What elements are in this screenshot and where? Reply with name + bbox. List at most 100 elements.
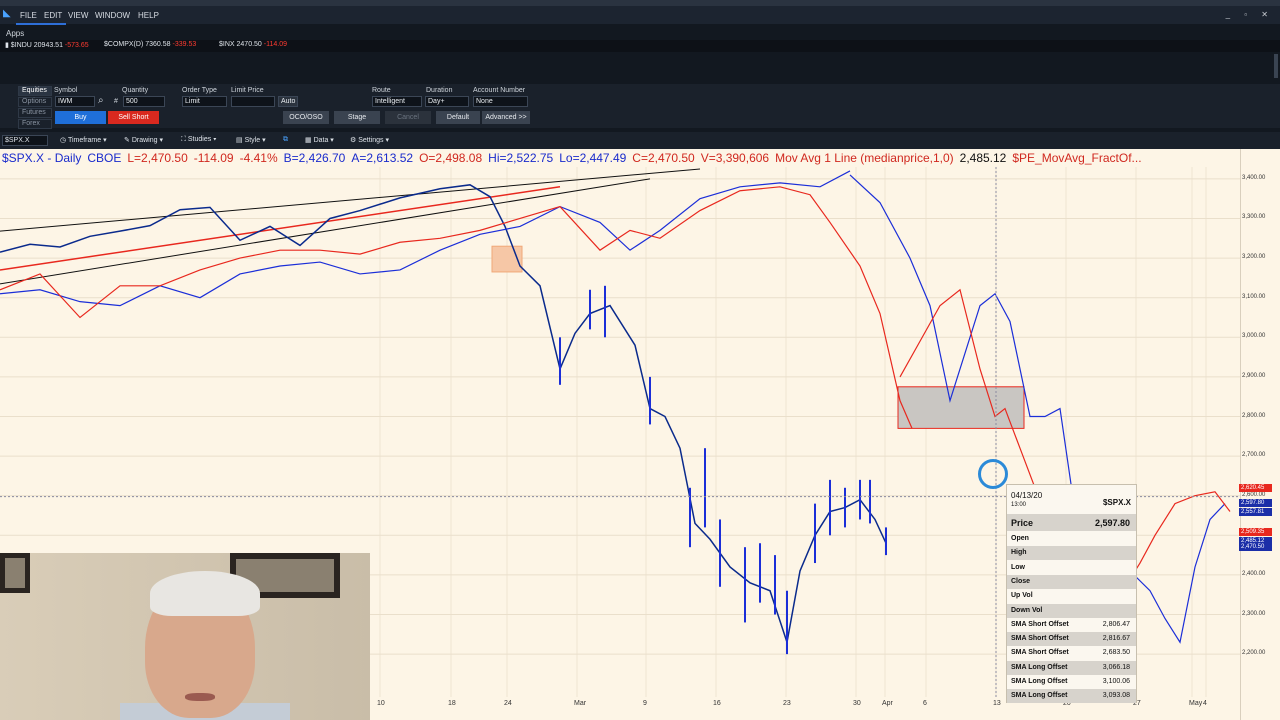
buy-button[interactable]: Buy	[55, 111, 106, 124]
menu-window[interactable]: WINDOW	[95, 11, 130, 20]
header-exchange: CBOE	[87, 151, 122, 165]
y-tick-label: 3,300.00	[1242, 214, 1266, 221]
y-tick-label: 2,800.00	[1242, 412, 1266, 419]
search-icon[interactable]: ⌕	[98, 95, 104, 106]
table-icon: ▦	[305, 137, 314, 144]
tab-forex[interactable]: Forex	[18, 119, 52, 129]
style-menu[interactable]: ▤ Style ▾	[236, 136, 266, 144]
cancel-button[interactable]: Cancel	[385, 111, 431, 124]
tooltip-price-value: 2,597.80	[1094, 518, 1130, 528]
tab-options[interactable]: Options	[18, 97, 52, 107]
apps-bar: Apps	[0, 26, 1280, 40]
order-type-select[interactable]: Limit	[182, 96, 227, 107]
layout-icon[interactable]: ⧉	[283, 136, 288, 144]
x-tick-label: 30	[853, 700, 861, 707]
x-tick-label: 9	[643, 700, 647, 707]
stage-button[interactable]: Stage	[334, 111, 380, 124]
x-tick-label: 4	[1203, 700, 1207, 707]
menu-edit[interactable]: EDIT	[44, 11, 62, 20]
limit-price-field[interactable]	[231, 96, 275, 107]
presenter-hair	[150, 571, 260, 616]
studies-menu[interactable]: ⛶ Studies ▾	[181, 136, 217, 144]
x-tick-label: 16	[713, 700, 721, 707]
price-axis[interactable]	[1240, 149, 1280, 720]
tooltip-row-label: SMA Long Offset	[1011, 663, 1068, 671]
tooltip-row: SMA Short Offset 2,683.50	[1007, 646, 1136, 660]
highlight-zone-grey[interactable]	[897, 386, 1025, 429]
header-ask: A=2,613.52	[351, 151, 414, 165]
quantity-label: Quantity	[122, 87, 149, 94]
header-bid: B=2,426.70	[283, 151, 346, 165]
studies-icon: ⛶	[181, 136, 188, 143]
drawing-menu[interactable]: ✎ Drawing ▾	[124, 136, 163, 144]
red-projection-historic	[0, 186, 913, 429]
symbol-field[interactable]: IWM	[55, 96, 95, 107]
workspace-scrollbar[interactable]	[1274, 54, 1278, 78]
y-tick-label: 3,100.00	[1242, 293, 1266, 300]
trend-channel-red	[0, 186, 561, 271]
apps-label[interactable]: Apps	[6, 29, 24, 38]
tooltip-row-label: Up Vol	[1011, 592, 1033, 600]
oco-oso-button[interactable]: OCO/OSO	[283, 111, 329, 124]
clock-icon: ◷	[60, 137, 68, 144]
tooltip-price-row: Price 2,597.80	[1007, 514, 1136, 531]
x-tick-label: 23	[783, 700, 791, 707]
header-hi: Hi=2,522.75	[488, 151, 554, 165]
header-mov-avg: Mov Avg 1 Line (medianprice,1,0)	[775, 151, 954, 165]
ticker-bar: ▮ $INDU 20943.51 -573.65 $COMPX(D) 7360.…	[0, 40, 1280, 52]
ticker-value: 20943.51	[33, 42, 63, 49]
tooltip-row: SMA Long Offset 3,100.06	[1007, 675, 1136, 689]
window-controls[interactable]: _ ▫ ✕	[1226, 10, 1274, 19]
advanced-button[interactable]: Advanced >>	[482, 111, 530, 124]
tooltip-row-value: 2,683.50	[1102, 649, 1130, 657]
timeframe-menu[interactable]: ◷ Timeframe ▾	[60, 136, 107, 144]
ticker-symbol: $INX	[219, 41, 235, 48]
ticker-inx[interactable]: $INX 2470.50 -114.09	[219, 41, 287, 48]
ticker-change: -339.53	[172, 41, 197, 48]
price-tag: 2,557.81	[1239, 508, 1272, 517]
ticker-symbol: $COMPX(D)	[104, 41, 144, 48]
default-button[interactable]: Default	[436, 111, 480, 124]
data-menu[interactable]: ▦ Data ▾	[305, 136, 334, 144]
tooltip-row: Low	[1007, 561, 1136, 575]
tooltip-row-label: High	[1011, 549, 1027, 557]
price-tag: 2,620.45	[1239, 483, 1272, 492]
tab-futures[interactable]: Futures	[18, 108, 52, 118]
menu-help[interactable]: HELP	[138, 11, 159, 20]
sell-short-button[interactable]: Sell Short	[108, 111, 159, 124]
tooltip-row-label: Low	[1011, 563, 1025, 571]
cursor-highlight	[978, 459, 1008, 489]
ticker-compx[interactable]: $COMPX(D) 7360.58 -339.53	[104, 41, 196, 48]
header-mov-avg-value: 2,485.12	[959, 151, 1007, 165]
menu-bar: ◣ FILE EDIT VIEW WINDOW HELP _ ▫ ✕	[0, 6, 1280, 25]
x-tick-label: 6	[923, 700, 927, 707]
y-tick-label: 3,200.00	[1242, 254, 1266, 261]
trend-channel-upper	[0, 168, 701, 232]
wall-picture-frame	[0, 553, 30, 593]
tab-equities[interactable]: Equities	[18, 86, 52, 96]
menu-file[interactable]: FILE	[20, 11, 37, 20]
duration-label: Duration	[426, 87, 453, 94]
tooltip-row-label: SMA Short Offset	[1011, 635, 1069, 643]
x-tick-label: 18	[448, 700, 456, 707]
tooltip-row-label: Down Vol	[1011, 606, 1043, 614]
quantity-field[interactable]: 500	[123, 96, 165, 107]
chart-header: $SPX.X - Daily CBOE L=2,470.50 -114.09 -4.41…	[2, 151, 1148, 165]
tooltip-row: High	[1007, 546, 1136, 561]
chart-symbol-field[interactable]: $SPX.X	[2, 135, 48, 146]
tooltip-row-label: Open	[1011, 535, 1029, 542]
data-label: Data	[313, 137, 329, 144]
ticker-indu[interactable]: ▮ $INDU 20943.51 -573.65	[5, 41, 89, 49]
menu-view[interactable]: VIEW	[68, 11, 88, 20]
account-select[interactable]: None	[473, 96, 528, 107]
presenter-mouth	[185, 693, 215, 701]
tooltip-row-value: 2,816.67	[1102, 635, 1130, 643]
route-select[interactable]: Intelligent	[372, 96, 422, 107]
price-tag: 2,509.35	[1239, 527, 1272, 536]
auto-button[interactable]: Auto	[278, 96, 298, 107]
chart-toolbar: $SPX.X ◷ Timeframe ▾ ✎ Drawing ▾ ⛶ Studi…	[0, 132, 1280, 149]
duration-select[interactable]: Day+	[425, 96, 469, 107]
app-logo-icon: ◣	[3, 8, 11, 19]
settings-menu[interactable]: ⚙ Settings ▾	[350, 136, 389, 144]
tooltip-time: 13:00	[1011, 502, 1027, 508]
